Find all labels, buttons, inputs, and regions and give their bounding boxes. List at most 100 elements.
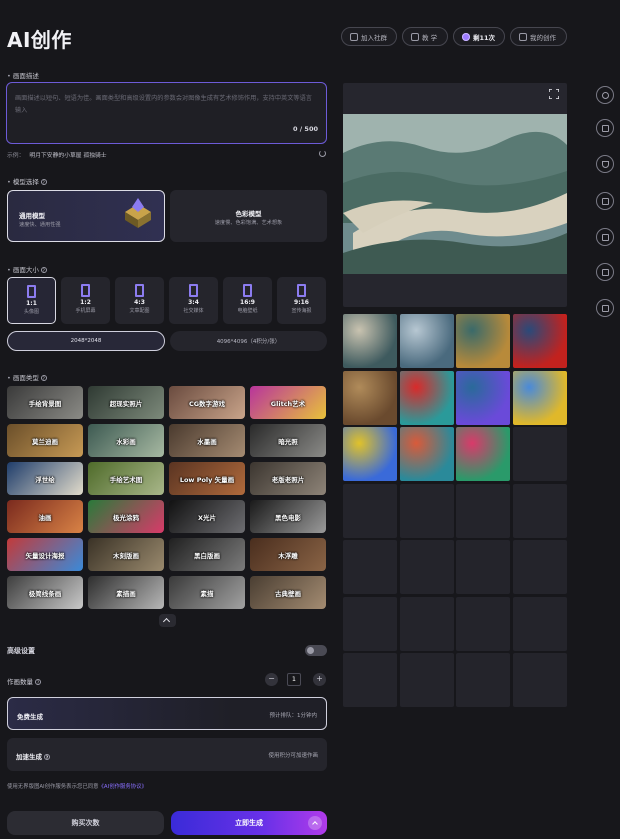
- fast-generate-title: 加速生成: [16, 753, 42, 761]
- size-ratio: 1:1: [26, 300, 37, 307]
- style-type-tile[interactable]: 超现实照片: [88, 386, 164, 419]
- gallery-empty-slot[interactable]: [456, 540, 510, 594]
- gallery-empty-slot[interactable]: [512, 653, 567, 707]
- gallery-empty-slot[interactable]: [456, 483, 510, 538]
- resolution-4096[interactable]: 4096*4096（4积分/张）: [170, 331, 327, 351]
- style-type-label: 素描画: [116, 589, 136, 598]
- count-minus-button[interactable]: −: [265, 673, 278, 686]
- gallery-thumbnail[interactable]: [456, 314, 510, 368]
- gallery-thumbnail[interactable]: [399, 427, 454, 481]
- history-icon[interactable]: [596, 86, 614, 104]
- size-option-1-2[interactable]: 1:2 手机屏幕: [61, 277, 110, 324]
- style-type-tile[interactable]: 木浮雕: [250, 538, 326, 571]
- hint-example[interactable]: 明月下安静的小草屋 孤独骑士: [29, 153, 106, 159]
- gallery-empty-slot[interactable]: [399, 483, 454, 538]
- style-type-tile[interactable]: 木刻版画: [88, 538, 164, 571]
- gallery-thumbnail[interactable]: [456, 427, 510, 481]
- gallery-empty-slot[interactable]: [512, 596, 567, 651]
- collapse-chevron-up-icon[interactable]: [159, 614, 176, 627]
- trash-icon[interactable]: [596, 299, 614, 317]
- free-generate-option[interactable]: 免费生成 预计排队：1分钟内: [7, 697, 327, 730]
- style-type-tile[interactable]: 浮世绘: [7, 462, 83, 495]
- style-type-tile[interactable]: 老版老照片: [250, 462, 326, 495]
- gallery-thumbnail[interactable]: [399, 314, 454, 368]
- edit-icon[interactable]: [596, 228, 614, 246]
- model-color-card[interactable]: 色彩模型 速度慢、色彩饱满、艺术想象: [170, 190, 327, 242]
- gallery-thumbnail[interactable]: [512, 314, 567, 368]
- style-type-tile[interactable]: 油画: [7, 500, 83, 533]
- document-icon[interactable]: [596, 119, 614, 137]
- gallery-thumbnail[interactable]: [399, 370, 454, 425]
- buy-times-button[interactable]: 购买次数: [7, 811, 164, 835]
- style-type-tile[interactable]: Glitch艺术: [250, 386, 326, 419]
- gallery-empty-slot[interactable]: [399, 540, 454, 594]
- count-plus-button[interactable]: +: [313, 673, 326, 686]
- style-type-tile[interactable]: 手绘艺术图: [88, 462, 164, 495]
- gallery-thumbnail[interactable]: [343, 370, 397, 425]
- resolution-2048[interactable]: 2048*2048: [7, 331, 165, 351]
- size-option-1-1[interactable]: 1:1 头像图: [7, 277, 56, 324]
- fullscreen-icon[interactable]: [549, 89, 559, 99]
- style-type-tile[interactable]: 极光涂鸦: [88, 500, 164, 533]
- my-creations-button[interactable]: 我的创作: [510, 27, 567, 46]
- gallery-empty-slot[interactable]: [343, 483, 397, 538]
- style-type-label: 极光涂鸦: [113, 513, 139, 522]
- tutorial-button[interactable]: 教 学: [402, 27, 448, 46]
- remaining-times-badge[interactable]: 剩11次: [453, 27, 505, 46]
- agreement-link[interactable]: 《AI创作服务协议》: [99, 784, 147, 790]
- refresh-icon[interactable]: [319, 150, 326, 157]
- help-icon[interactable]: ?: [40, 267, 47, 273]
- gallery-empty-slot[interactable]: [343, 540, 397, 594]
- preview-panel[interactable]: [343, 83, 567, 307]
- gallery-empty-slot[interactable]: [512, 427, 567, 481]
- model-general-card[interactable]: 通用模型 速度快、通用性强: [7, 190, 165, 242]
- style-type-tile[interactable]: CG数字游戏: [169, 386, 245, 419]
- style-type-tile[interactable]: 水彩画: [88, 424, 164, 457]
- help-icon[interactable]: ?: [44, 754, 50, 760]
- style-type-tile[interactable]: 古典壁画: [250, 576, 326, 609]
- gallery-thumbnail[interactable]: [512, 370, 567, 425]
- advanced-settings-toggle[interactable]: [305, 645, 327, 656]
- gallery-thumbnail[interactable]: [343, 427, 397, 481]
- gallery-empty-slot[interactable]: [343, 596, 397, 651]
- style-type-tile[interactable]: X光片: [169, 500, 245, 533]
- style-type-tile[interactable]: 矢量设计海报: [7, 538, 83, 571]
- fast-generate-option[interactable]: 加速生成? 使用积分可加速作画: [7, 738, 327, 771]
- help-icon[interactable]: ?: [35, 679, 41, 685]
- gallery-thumbnail[interactable]: [343, 314, 397, 368]
- gallery-empty-slot[interactable]: [456, 653, 510, 707]
- share-icon[interactable]: [596, 192, 614, 210]
- style-type-tile[interactable]: 黑色电影: [250, 500, 326, 533]
- gallery-empty-slot[interactable]: [512, 483, 567, 538]
- trash-glyph: [601, 304, 609, 312]
- gallery-empty-slot[interactable]: [399, 653, 454, 707]
- generate-now-button[interactable]: 立即生成: [171, 811, 327, 835]
- gallery-empty-slot[interactable]: [512, 540, 567, 594]
- style-type-tile[interactable]: 暗光照: [250, 424, 326, 457]
- trophy-icon[interactable]: [596, 155, 614, 173]
- gallery-empty-slot[interactable]: [399, 596, 454, 651]
- style-type-tile[interactable]: 黑白版画: [169, 538, 245, 571]
- size-option-4-3[interactable]: 4:3 文章配图: [115, 277, 164, 324]
- help-icon[interactable]: ?: [40, 375, 47, 381]
- help-icon[interactable]: ?: [40, 179, 47, 185]
- count-value[interactable]: 1: [287, 673, 301, 686]
- edit-glyph: [601, 233, 609, 241]
- chevron-up-icon[interactable]: [308, 816, 322, 830]
- style-type-tile[interactable]: 水墨画: [169, 424, 245, 457]
- size-option-3-4[interactable]: 3:4 社交媒体: [169, 277, 218, 324]
- style-type-tile[interactable]: 莫兰迪画: [7, 424, 83, 457]
- gallery-thumbnail[interactable]: [456, 370, 510, 425]
- file-icon[interactable]: [596, 263, 614, 281]
- size-option-9-16[interactable]: 9:16 宣传海报: [277, 277, 326, 324]
- gallery-empty-slot[interactable]: [456, 596, 510, 651]
- size-option-16-9[interactable]: 16:9 电脑壁纸: [223, 277, 272, 324]
- style-type-tile[interactable]: 手绘背景图: [7, 386, 83, 419]
- prompt-textarea[interactable]: 画面描述以短句、短语为佳。画面类型和高级设置内的参数会对图像生成有艺术修饰作用，…: [6, 82, 327, 144]
- style-type-tile[interactable]: 素描: [169, 576, 245, 609]
- gallery-empty-slot[interactable]: [343, 653, 397, 707]
- style-type-tile[interactable]: Low Poly 矢量画: [169, 462, 245, 495]
- style-type-tile[interactable]: 素描画: [88, 576, 164, 609]
- join-community-button[interactable]: 加入社群: [341, 27, 397, 46]
- style-type-tile[interactable]: 极简线条画: [7, 576, 83, 609]
